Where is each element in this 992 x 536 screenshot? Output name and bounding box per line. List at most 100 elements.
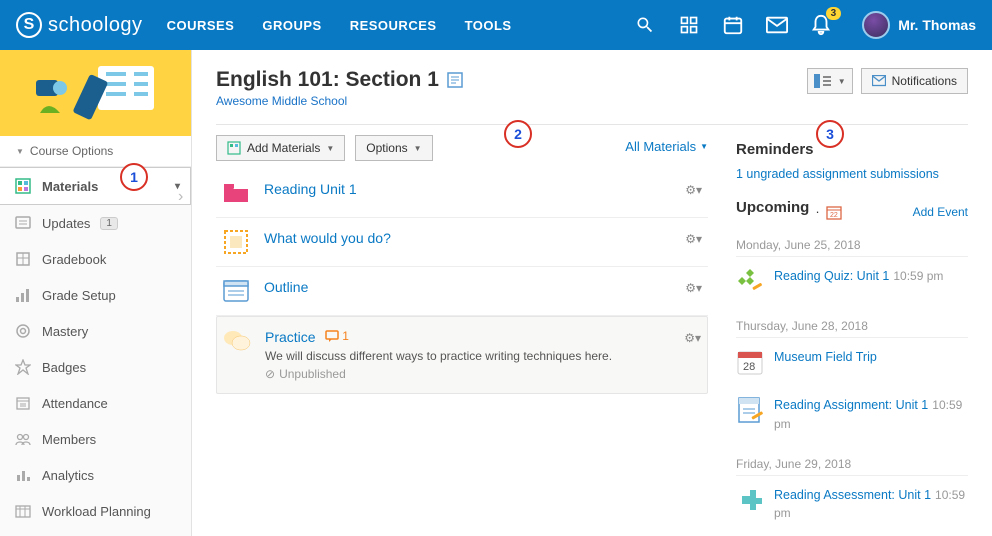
members-icon [14, 430, 32, 448]
schoology-logo-icon: S [16, 12, 42, 38]
sidebar-item-label: Materials [42, 179, 98, 194]
reminder-link[interactable]: 1 ungraded assignment submissions [736, 167, 939, 181]
sidebar-item-gradebook[interactable]: Gradebook [0, 241, 191, 277]
brand-logo[interactable]: S schoology [16, 12, 143, 38]
assignment-icon [222, 230, 250, 254]
material-assignment[interactable]: What would you do? ⚙▾ [216, 218, 708, 267]
user-menu[interactable]: Mr. Thomas [862, 11, 976, 39]
all-materials-filter[interactable]: All Materials ▼ [625, 139, 708, 154]
badges-icon [14, 358, 32, 376]
options-button[interactable]: Options ▼ [355, 135, 432, 161]
quiz-icon [736, 267, 764, 295]
calendar-icon[interactable] [722, 14, 744, 36]
upcoming-event[interactable]: Reading Assignment: Unit 110:59 pm [736, 386, 968, 443]
course-options-label: Course Options [30, 144, 113, 158]
course-info-icon[interactable] [447, 72, 463, 88]
sidebar-item-updates[interactable]: Updates 1 [0, 205, 191, 241]
calendar-icon[interactable]: 22 [826, 204, 842, 220]
course-options-dropdown[interactable]: ▼ Course Options [0, 136, 191, 167]
material-link[interactable]: Reading Unit 1 [264, 181, 357, 197]
upcoming-event[interactable]: Reading Quiz: Unit 1 10:59 pm [736, 257, 968, 305]
gear-icon[interactable]: ⚙▾ [685, 281, 702, 295]
notifications-button-label: Notifications [892, 74, 957, 88]
gear-icon[interactable]: ⚙▾ [685, 232, 702, 246]
add-materials-button[interactable]: Add Materials ▼ [216, 135, 345, 161]
search-icon[interactable] [634, 14, 656, 36]
sidebar-item-members[interactable]: Members [0, 421, 191, 457]
sidebar-item-badges[interactable]: Badges [0, 349, 191, 385]
sidebar-item-label: Badges [42, 360, 86, 375]
school-link[interactable]: Awesome Middle School [216, 94, 347, 108]
notification-badge: 3 [826, 7, 842, 20]
upcoming-event[interactable]: 28 Museum Field Trip [736, 338, 968, 386]
mail-icon[interactable] [766, 14, 788, 36]
nav-tools[interactable]: TOOLS [465, 18, 512, 33]
material-discussion[interactable]: Practice 1 We will discuss different way… [216, 316, 708, 394]
assignment-icon [736, 396, 764, 424]
gear-icon[interactable]: ⚙▾ [685, 183, 702, 197]
unpublished-label: ⊘Unpublished [265, 367, 612, 381]
sidebar-item-analytics[interactable]: Analytics [0, 457, 191, 493]
mastery-icon [14, 322, 32, 340]
material-link[interactable]: Outline [264, 279, 308, 295]
sidebar-item-label: Gradebook [42, 252, 106, 267]
chevron-down-icon: ▼ [326, 144, 334, 153]
list-view-icon [814, 74, 832, 88]
reminders-heading: Reminders [736, 141, 968, 158]
add-event-link[interactable]: Add Event [913, 205, 968, 219]
calendar-day-icon: 28 [736, 348, 764, 376]
event-link[interactable]: Reading Quiz: Unit 1 [774, 269, 889, 283]
upcoming-event[interactable]: Reading Assessment: Unit 110:59 pm [736, 476, 968, 533]
bell-icon[interactable]: 3 [810, 14, 832, 36]
divider [216, 124, 968, 125]
comment-icon [325, 330, 339, 342]
day-label: Thursday, June 28, 2018 [736, 319, 968, 338]
grade-setup-icon [14, 286, 32, 304]
chevron-down-icon: ▼ [838, 77, 846, 86]
day-label: Friday, June 29, 2018 [736, 457, 968, 476]
sidebar-item-label: Attendance [42, 396, 108, 411]
apps-icon[interactable] [678, 14, 700, 36]
sidebar-item-grade-setup[interactable]: Grade Setup [0, 277, 191, 313]
sidebar-item-workload-planning[interactable]: Workload Planning [0, 493, 191, 529]
avatar-icon [862, 11, 890, 39]
course-thumbnail [0, 50, 191, 136]
material-link[interactable]: Practice [265, 329, 316, 345]
view-toggle-button[interactable]: ▼ [807, 68, 853, 94]
left-sidebar: ▼ Course Options Materials Updates 1 Gra… [0, 50, 192, 536]
nav-courses[interactable]: COURSES [167, 18, 235, 33]
options-label: Options [366, 141, 407, 155]
notifications-button[interactable]: Notifications [861, 68, 968, 94]
discussion-count: 1 [325, 329, 349, 343]
sidebar-item-attendance[interactable]: Attendance [0, 385, 191, 421]
materials-column: Add Materials ▼ Options ▼ All Materials … [216, 135, 708, 532]
annotation-2: 2 [504, 120, 532, 148]
event-link[interactable]: Reading Assessment: Unit 1 [774, 488, 931, 502]
material-folder[interactable]: Reading Unit 1 ⚙▾ [216, 169, 708, 218]
discussion-icon [223, 329, 251, 353]
upcoming-heading: Upcoming [736, 199, 809, 216]
brand-name: schoology [48, 14, 143, 37]
event-link[interactable]: Museum Field Trip [774, 350, 877, 364]
unpublished-icon: ⊘ [265, 367, 275, 381]
attendance-icon [14, 394, 32, 412]
nav-groups[interactable]: GROUPS [262, 18, 321, 33]
event-link[interactable]: Reading Assignment: Unit 1 [774, 398, 928, 412]
sidebar-item-materials[interactable]: Materials [0, 167, 191, 205]
event-time: 10:59 pm [893, 269, 943, 283]
page-icon [222, 279, 250, 303]
sidebar-item-mastery[interactable]: Mastery [0, 313, 191, 349]
user-name: Mr. Thomas [898, 17, 976, 33]
material-description: We will discuss different ways to practi… [265, 349, 612, 363]
svg-text:28: 28 [743, 361, 755, 373]
main-content: › English 101: Section 1 Awesome Middle … [192, 50, 992, 536]
chevron-down-icon: ▼ [700, 142, 708, 151]
material-link[interactable]: What would you do? [264, 230, 391, 246]
day-label: Monday, June 25, 2018 [736, 238, 968, 257]
material-page[interactable]: Outline ⚙▾ [216, 267, 708, 316]
nav-icon-tray: 3 Mr. Thomas [634, 11, 976, 39]
nav-resources[interactable]: RESOURCES [350, 18, 437, 33]
top-navbar: S schoology COURSES GROUPS RESOURCES TOO… [0, 0, 992, 50]
gear-icon[interactable]: ⚙▾ [684, 331, 701, 345]
chevron-right-icon[interactable]: › [178, 188, 183, 206]
